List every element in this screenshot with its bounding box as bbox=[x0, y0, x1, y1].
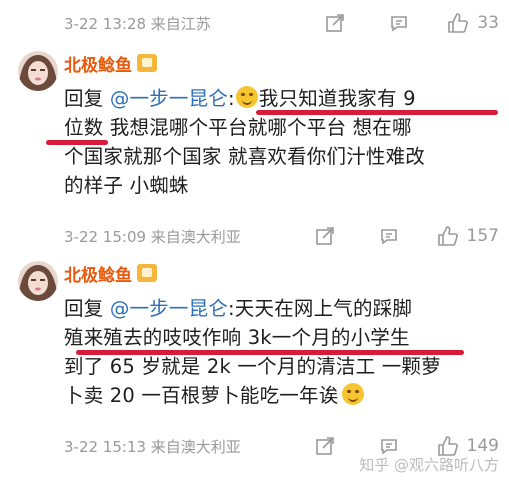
comment-line-tail: 我只知道我家有 9 bbox=[258, 87, 416, 110]
comment-text: 回复 @一步一昆仑: 我只知道我家有 9 位数 我想混哪个平台就哪个平台 想在哪 … bbox=[64, 84, 484, 200]
vip-badge-icon bbox=[137, 54, 157, 72]
avatar-image bbox=[18, 261, 58, 301]
comment-icon bbox=[380, 439, 397, 455]
like-count: 149 bbox=[466, 436, 499, 456]
share-icon bbox=[315, 227, 334, 245]
mention-link[interactable]: @一步一昆仑 bbox=[110, 87, 228, 110]
comment-button[interactable] bbox=[379, 226, 399, 246]
comment-icon bbox=[391, 16, 408, 32]
comment-line: 卜卖 20 一百根萝卜能吃一年诶 bbox=[64, 381, 484, 410]
comment-meta: 3-22 15:09 来自澳大利亚 157 bbox=[64, 224, 499, 248]
username[interactable]: 北极鲶鱼 bbox=[64, 51, 132, 76]
username-row: 北极鲶鱼 bbox=[64, 260, 157, 286]
mention-link[interactable]: @一步一昆仑 bbox=[110, 297, 228, 320]
share-icon bbox=[326, 14, 345, 32]
watermark: 知乎 @观六路听八方 bbox=[359, 456, 499, 474]
share-button[interactable] bbox=[315, 436, 335, 456]
username[interactable]: 北极鲶鱼 bbox=[64, 261, 132, 286]
comment-button[interactable] bbox=[379, 436, 399, 456]
share-button[interactable] bbox=[315, 226, 335, 246]
username-row: 北极鲶鱼 bbox=[64, 50, 157, 76]
share-icon bbox=[315, 437, 334, 455]
comment-line: 殖来殖去的吱吱作响 3k一个月的小学生 bbox=[64, 326, 410, 349]
colon: : bbox=[228, 297, 235, 320]
reply-prefix: 回复 bbox=[64, 297, 104, 320]
comment-timestamp: 3-22 15:09 来自澳大利亚 bbox=[64, 227, 241, 246]
comment-line: 到了 65 岁就是 2k 一个月的清洁工 一颗萝 bbox=[64, 355, 441, 378]
avatar[interactable] bbox=[18, 261, 58, 301]
like-icon bbox=[437, 226, 458, 246]
emoji-face-icon bbox=[342, 383, 365, 405]
avatar[interactable] bbox=[18, 51, 58, 91]
comment-line: 个国家就那个国家 就喜欢看你们汁性难改 bbox=[64, 145, 425, 168]
emoji-face-icon bbox=[235, 86, 258, 108]
like-button[interactable]: 157 bbox=[437, 225, 499, 247]
like-count: 33 bbox=[477, 13, 499, 33]
comment-icon bbox=[380, 229, 397, 245]
comment-line-tail: 卜卖 20 一百根萝卜能吃一年诶 bbox=[64, 384, 339, 407]
comment-line: 位数 我想混哪个平台就哪个平台 想在哪 bbox=[64, 116, 412, 139]
top-comment-meta: 3-22 13:28 来自江苏 33 bbox=[64, 11, 499, 35]
reply-prefix: 回复 bbox=[64, 87, 104, 110]
avatar-image bbox=[18, 51, 58, 91]
like-count: 157 bbox=[466, 226, 499, 246]
comment-button[interactable] bbox=[389, 13, 409, 33]
comment-text: 回复 @一步一昆仑:天天在网上气的踩脚 殖来殖去的吱吱作响 3k一个月的小学生 … bbox=[64, 294, 484, 410]
comment-line: 回复 @一步一昆仑: 我只知道我家有 9 bbox=[64, 84, 484, 113]
colon: : bbox=[228, 87, 235, 110]
comment-line: 的样子 小蜘蛛 bbox=[64, 174, 189, 197]
comment-line-tail: 天天在网上气的踩脚 bbox=[234, 297, 413, 320]
vip-badge-icon bbox=[137, 264, 157, 282]
comment-timestamp: 3-22 13:28 来自江苏 bbox=[64, 14, 211, 33]
comment-actions: 157 bbox=[315, 224, 499, 248]
like-button[interactable]: 33 bbox=[447, 12, 499, 34]
comment-timestamp: 3-22 15:13 来自澳大利亚 bbox=[64, 437, 241, 456]
like-icon bbox=[448, 13, 469, 33]
comment-actions: 33 bbox=[325, 11, 499, 35]
comment-line: 回复 @一步一昆仑:天天在网上气的踩脚 bbox=[64, 294, 484, 323]
share-button[interactable] bbox=[325, 13, 345, 33]
